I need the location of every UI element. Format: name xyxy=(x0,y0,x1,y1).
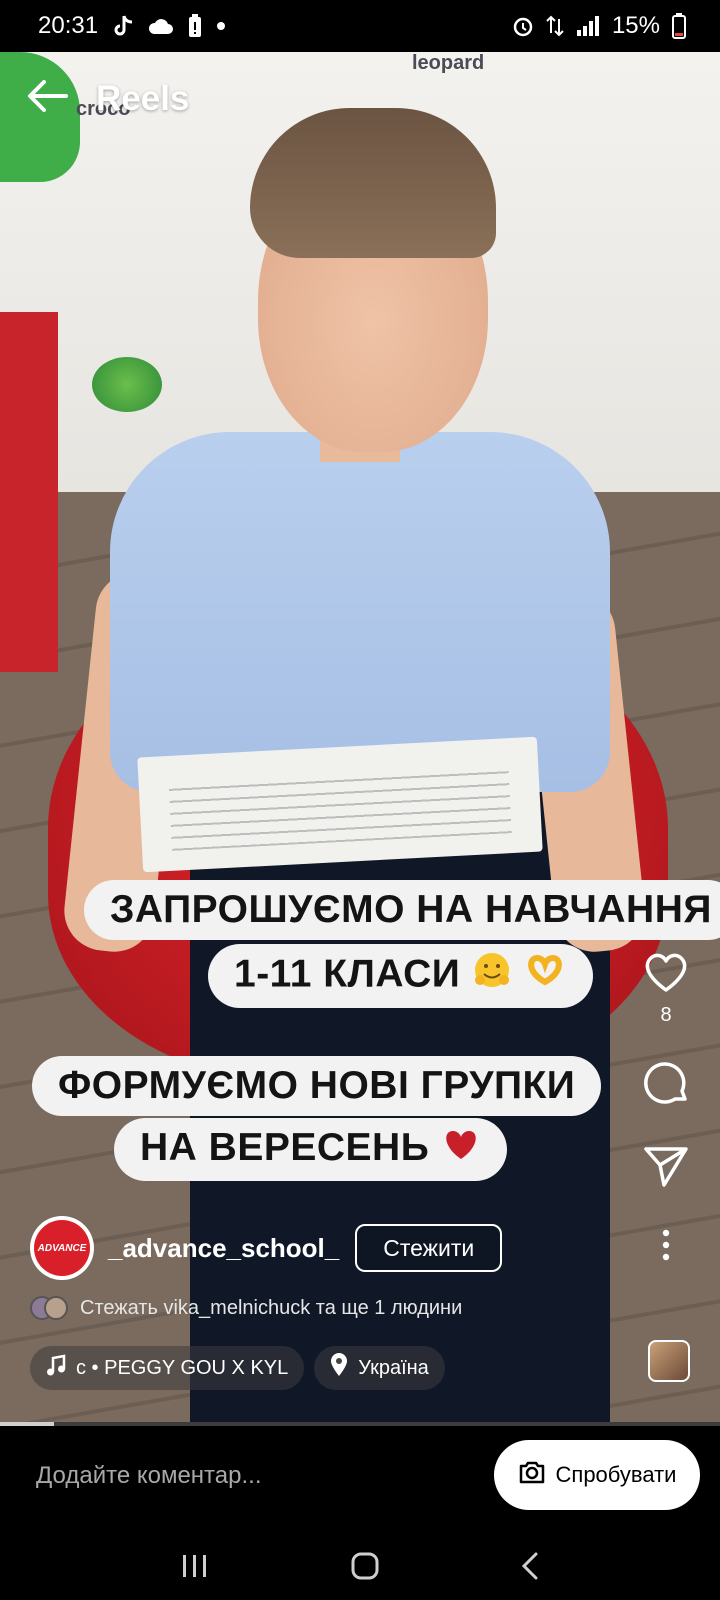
battery-saver-icon xyxy=(188,14,202,38)
follower-avatars xyxy=(30,1296,70,1320)
like-count: 8 xyxy=(660,1004,672,1026)
location-pin-icon xyxy=(330,1353,348,1383)
cloud-icon xyxy=(148,17,174,35)
wall-text-leopard: leopard xyxy=(412,52,485,74)
boy-hair xyxy=(250,108,496,258)
paper-sheet xyxy=(137,736,543,873)
follow-button-label: Стежити xyxy=(383,1234,475,1261)
reel-actions: 8 xyxy=(626,950,706,1261)
meta-chips: c • PEGGY GOU X KYL Україна xyxy=(30,1346,445,1390)
follower-avatar xyxy=(44,1296,68,1320)
audio-chip[interactable]: c • PEGGY GOU X KYL xyxy=(30,1346,305,1390)
back-icon[interactable] xyxy=(520,1551,540,1586)
signal-icon xyxy=(576,15,600,37)
status-time: 20:31 xyxy=(38,12,99,39)
follow-button[interactable]: Стежити xyxy=(355,1224,503,1272)
tiktok-icon xyxy=(112,14,134,38)
comment-bar: Додайте коментар... Спробувати xyxy=(0,1426,720,1536)
try-effect-button[interactable]: Спробувати xyxy=(494,1440,700,1510)
audio-label: c • PEGGY GOU X KYL xyxy=(76,1356,289,1379)
caption-text-4: НА ВЕРЕСЕНЬ xyxy=(140,1126,430,1169)
followed-by-text: Стежать vika_melnichuck та ще 1 людини xyxy=(80,1296,463,1319)
home-icon[interactable] xyxy=(350,1551,380,1586)
turtle-sticker xyxy=(92,357,162,412)
audio-thumbnail[interactable] xyxy=(648,1340,690,1382)
author-username[interactable]: _advance_school_ xyxy=(108,1233,339,1264)
avatar-logo: ADVANCE xyxy=(34,1220,90,1276)
music-note-icon xyxy=(46,1354,66,1382)
status-bar: 20:31 15% xyxy=(0,0,720,52)
comment-input[interactable]: Додайте коментар... xyxy=(36,1462,261,1490)
caption-line-3: ФОРМУЄМО НОВІ ГРУПКИ xyxy=(32,1056,602,1116)
avatar[interactable]: ADVANCE xyxy=(30,1216,94,1280)
send-icon[interactable] xyxy=(642,1145,690,1189)
caption-line-4: НА ВЕРЕСЕНЬ xyxy=(114,1118,507,1181)
page-title: Reels xyxy=(96,78,190,118)
hugging-emoji-icon xyxy=(472,950,512,1002)
author-row: ADVANCE _advance_school_ Стежити xyxy=(30,1216,503,1280)
red-heart-emoji-icon xyxy=(441,1125,481,1175)
location-label: Україна xyxy=(358,1356,429,1379)
reels-header: Reels xyxy=(26,78,189,119)
caption-line-1: ЗАПРОШУЄМО НА НАВЧАННЯ xyxy=(84,880,720,940)
caption-line-2: 1-11 КЛАСИ xyxy=(208,944,593,1008)
red-table-leg xyxy=(0,312,58,672)
caption-text-2: 1-11 КЛАСИ xyxy=(234,952,461,996)
battery-icon xyxy=(672,13,686,39)
data-arrows-icon xyxy=(546,15,564,37)
try-effect-label: Спробувати xyxy=(555,1462,677,1487)
more-vertical-icon[interactable] xyxy=(661,1229,671,1261)
location-chip[interactable]: Україна xyxy=(314,1346,445,1390)
camera-icon xyxy=(518,1460,546,1490)
heart-icon[interactable] xyxy=(642,950,690,994)
arrow-left-icon[interactable] xyxy=(26,78,70,119)
dot-icon xyxy=(216,21,226,31)
recent-apps-icon[interactable] xyxy=(180,1553,210,1584)
heart-hands-emoji-icon xyxy=(523,950,567,1002)
comment-icon[interactable] xyxy=(641,1059,691,1109)
alarm-icon xyxy=(512,15,534,37)
caption-text-3: ФОРМУЄМО НОВІ ГРУПКИ xyxy=(58,1064,576,1107)
caption-text-1: ЗАПРОШУЄМО НА НАВЧАННЯ xyxy=(110,888,712,931)
battery-percentage: 15% xyxy=(611,12,660,39)
system-nav-bar xyxy=(0,1536,720,1600)
followed-by[interactable]: Стежать vika_melnichuck та ще 1 людини xyxy=(30,1296,462,1320)
